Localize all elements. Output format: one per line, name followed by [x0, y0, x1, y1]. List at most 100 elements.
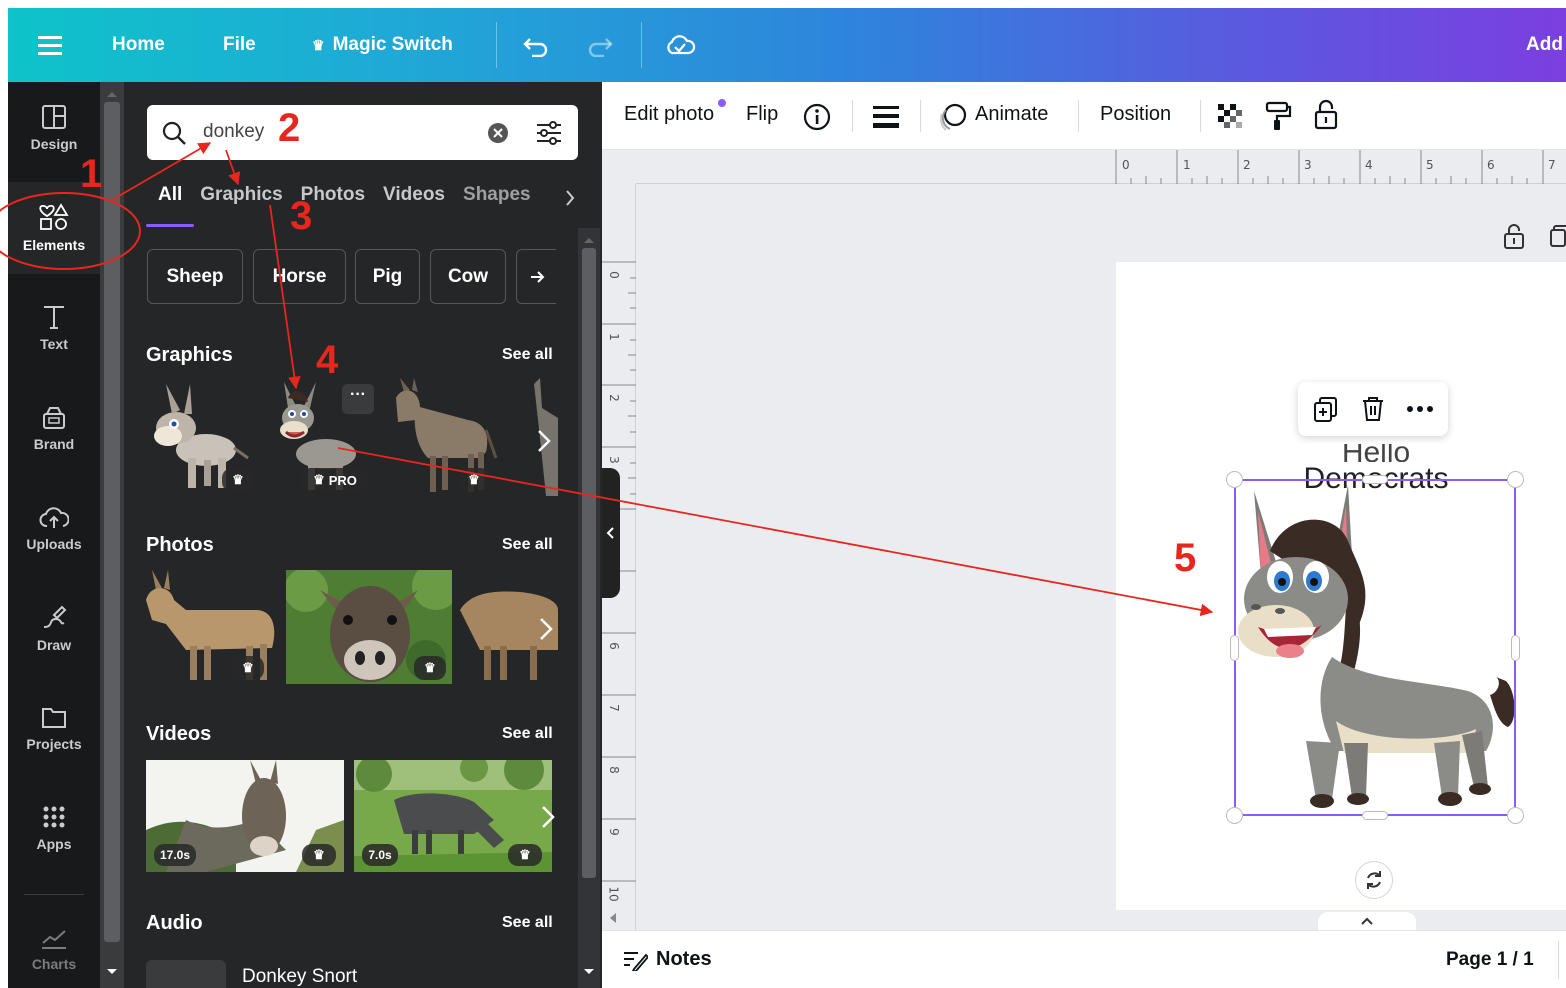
graphic-donkey-2[interactable]: ♛ PRO ··· [274, 378, 376, 496]
flip-button[interactable]: Flip [746, 103, 778, 126]
text-icon [44, 306, 64, 329]
filter-icon[interactable] [535, 120, 563, 146]
see-all-graphics[interactable]: See all [502, 346, 553, 364]
search-input[interactable]: donkey [203, 121, 264, 143]
scroll-thumb[interactable] [582, 248, 596, 878]
chip-cow[interactable]: Cow [430, 249, 506, 304]
resize-handle-tr[interactable] [1507, 471, 1524, 488]
resize-handle-tl[interactable] [1226, 471, 1243, 488]
chip-more[interactable] [516, 249, 556, 304]
rail-scrollbar[interactable] [100, 82, 124, 988]
premium-badge: ♛ [508, 844, 542, 866]
graphic-donkey-3[interactable]: ♛ [388, 378, 500, 496]
rail-item-projects[interactable]: Projects [8, 682, 100, 774]
see-all-photos[interactable]: See all [502, 536, 553, 554]
magic-switch-button[interactable]: ♛ Magic Switch [312, 8, 453, 82]
tab-shapes[interactable]: Shapes [463, 184, 531, 214]
divider [852, 100, 853, 132]
collapse-panel-button[interactable] [602, 468, 620, 598]
panel-scrollbar[interactable] [578, 228, 600, 988]
see-all-audio[interactable]: See all [502, 914, 553, 932]
chip-pig[interactable]: Pig [355, 249, 420, 304]
chip-horse[interactable]: Horse [253, 249, 346, 304]
tab-graphics[interactable]: Graphics [200, 184, 282, 214]
notes-button[interactable]: Notes [622, 948, 712, 971]
resize-handle-bl[interactable] [1226, 807, 1243, 824]
scroll-down-icon[interactable] [583, 968, 595, 976]
resize-handle-top[interactable] [1362, 475, 1388, 484]
rotate-button[interactable] [1355, 861, 1393, 899]
undo-button[interactable] [522, 8, 550, 82]
page-lock-icon[interactable] [1502, 222, 1526, 250]
rail-item-brand[interactable]: Brand [8, 382, 100, 474]
file-menu[interactable]: File [223, 8, 256, 82]
section-title-photos: Photos [146, 534, 214, 556]
audio-thumbnail[interactable] [146, 960, 226, 988]
rail-item-text[interactable]: Text [8, 282, 100, 374]
page-duplicate-icon[interactable] [1550, 224, 1566, 248]
rail-item-charts[interactable]: Charts [8, 904, 100, 988]
line-weight-icon[interactable] [872, 104, 900, 130]
resize-handle-right[interactable] [1511, 635, 1520, 661]
menu-button[interactable] [38, 8, 62, 82]
chip-sheep[interactable]: Sheep [147, 249, 243, 304]
videos-next-icon[interactable] [540, 804, 556, 830]
add-button[interactable]: Add [1526, 8, 1563, 82]
rail-label: Projects [26, 736, 82, 752]
magic-switch-label: Magic Switch [332, 34, 453, 55]
audio-title[interactable]: Donkey Snort [242, 966, 357, 988]
graphic-donkey-1[interactable]: ♛ [148, 378, 256, 496]
tabs-next-icon[interactable] [564, 188, 576, 208]
show-pages-tab[interactable] [1318, 912, 1416, 932]
more-options-icon[interactable] [1406, 404, 1434, 414]
page-indicator[interactable]: Page 1 / 1 [1446, 949, 1534, 971]
video-duration: 17.0s [154, 844, 196, 866]
animate-icon[interactable] [938, 102, 968, 132]
transparency-icon[interactable] [1216, 102, 1246, 132]
annotation-step-2: 2 [278, 106, 301, 150]
lock-icon[interactable] [1312, 98, 1340, 132]
video-donkey-1[interactable]: 17.0s ♛ [146, 760, 344, 872]
resize-handle-br[interactable] [1507, 807, 1524, 824]
graphics-next-icon[interactable] [536, 428, 552, 454]
photo-donkey-1[interactable]: ♛ [146, 570, 278, 684]
resize-handle-bottom[interactable] [1362, 811, 1388, 820]
scroll-left-icon[interactable] [608, 912, 618, 924]
info-icon[interactable] [802, 102, 832, 132]
section-title-graphics: Graphics [146, 344, 233, 366]
more-options-button[interactable]: ··· [342, 384, 374, 414]
search-box[interactable]: donkey [147, 105, 578, 160]
edit-photo-button[interactable]: Edit photo [624, 103, 714, 126]
position-button[interactable]: Position [1100, 103, 1171, 126]
scroll-thumb[interactable] [104, 102, 120, 942]
cloud-save-button[interactable] [664, 8, 696, 82]
home-button[interactable]: Home [112, 8, 165, 82]
divider [496, 22, 497, 68]
rail-item-apps[interactable]: Apps [8, 782, 100, 874]
divider [641, 22, 642, 68]
see-all-videos[interactable]: See all [502, 725, 553, 743]
scroll-down-icon[interactable] [106, 968, 118, 976]
scroll-up-icon[interactable] [583, 236, 595, 244]
paint-roller-icon[interactable] [1264, 100, 1292, 132]
scroll-up-icon[interactable] [106, 90, 118, 98]
premium-badge: ♛ [458, 468, 490, 492]
animate-button[interactable]: Animate [975, 103, 1048, 126]
trash-icon[interactable] [1360, 395, 1386, 423]
resize-handle-left[interactable] [1230, 635, 1239, 661]
selection-box[interactable] [1234, 479, 1516, 816]
video-donkey-2[interactable]: 7.0s ♛ [354, 760, 552, 872]
annotation-step-4: 4 [316, 338, 339, 382]
rail-label: Uploads [26, 536, 82, 552]
clear-search-icon[interactable] [487, 122, 509, 144]
photo-donkey-2[interactable]: ♛ [286, 570, 452, 684]
editor-footer: Notes Page 1 / 1 [602, 930, 1566, 988]
tab-videos[interactable]: Videos [383, 184, 445, 214]
redo-button[interactable] [586, 8, 614, 82]
rail-item-uploads[interactable]: Uploads [8, 482, 100, 574]
ruler-label: 3 [606, 456, 621, 464]
rail-item-draw[interactable]: Draw [8, 582, 100, 674]
duplicate-icon[interactable] [1312, 396, 1340, 424]
tab-all[interactable]: All [158, 184, 182, 214]
photos-next-icon[interactable] [538, 616, 554, 642]
